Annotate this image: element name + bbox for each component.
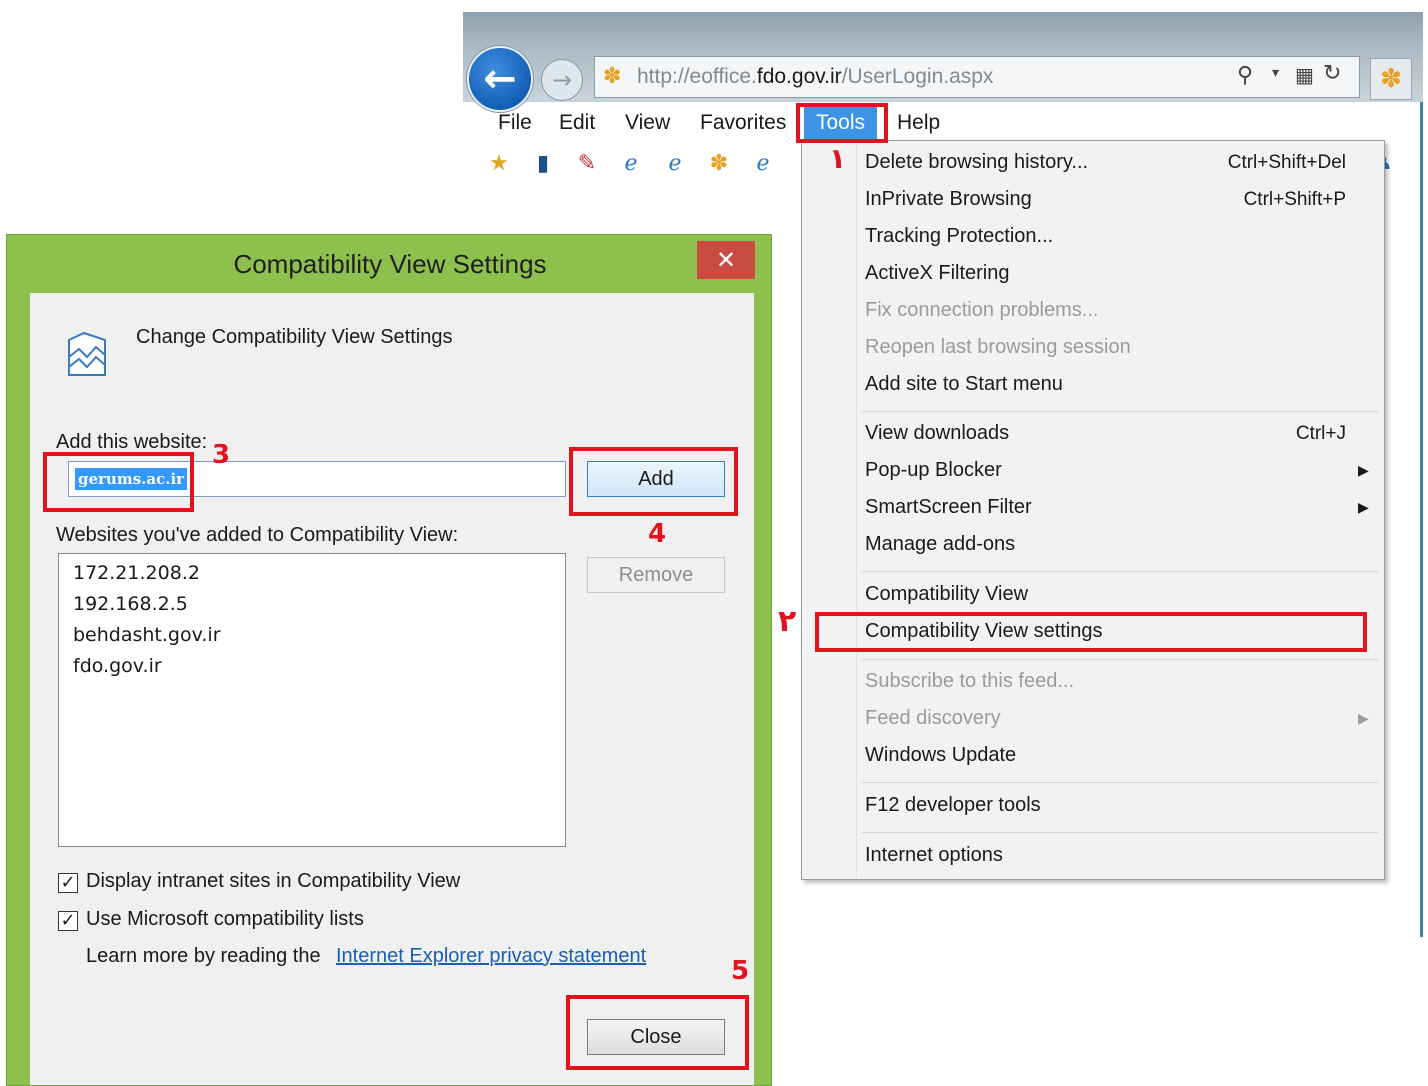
learn-more-text: Learn more by reading the <box>86 945 321 967</box>
step-4-label: 4 <box>648 519 667 549</box>
dialog-body: Change Compatibility View Settings Add t… <box>30 293 754 1085</box>
menu-view[interactable]: View <box>625 106 670 140</box>
dialog-header: Change Compatibility View Settings <box>136 326 453 348</box>
submenu-arrow-icon: ▶ <box>1358 711 1369 727</box>
sites-list[interactable]: 172.21.208.2 192.168.2.5 behdasht.gov.ir… <box>58 553 566 847</box>
back-button[interactable]: ← <box>467 46 533 112</box>
menu-item-delete-history[interactable]: Delete browsing history... <box>865 151 1088 174</box>
menu-item-f12-tools[interactable]: F12 developer tools <box>865 794 1041 817</box>
forward-button[interactable]: → <box>541 59 583 101</box>
highlight-website-input <box>43 452 194 512</box>
dialog-title: Compatibility View Settings <box>233 249 547 279</box>
privacy-statement-link[interactable]: Internet Explorer privacy statement <box>336 945 646 968</box>
menu-item-activex-filtering[interactable]: ActiveX Filtering <box>865 262 1010 285</box>
menu-item-manage-addons[interactable]: Manage add-ons <box>865 533 1015 556</box>
url-domain: fdo.gov.ir <box>756 65 842 88</box>
highlight-compat-settings <box>815 612 1367 652</box>
site-favicon-icon: ✽ <box>603 64 622 89</box>
page-icon[interactable]: ▮ <box>529 150 557 178</box>
shortcut-view-downloads: Ctrl+J <box>1295 423 1346 444</box>
menu-item-tracking-protection[interactable]: Tracking Protection... <box>865 225 1053 248</box>
remove-button: Remove <box>587 557 725 593</box>
address-url[interactable]: http://eoffice.fdo.gov.ir/UserLogin.aspx <box>637 65 993 89</box>
menu-item-subscribe-feed: Subscribe to this feed... <box>865 670 1075 692</box>
step-2-label: ۲ <box>778 604 797 639</box>
menu-item-popup-blocker[interactable]: Pop-up Blocker <box>865 459 1002 482</box>
step-5-label: 5 <box>731 956 750 986</box>
search-icon[interactable]: ⚲ <box>1237 63 1253 88</box>
menu-separator <box>862 411 1378 412</box>
highlight-add-button <box>569 447 738 516</box>
menu-item-compatibility-view[interactable]: Compatibility View <box>865 583 1028 606</box>
menu-help[interactable]: Help <box>897 106 940 140</box>
window-edge <box>1420 102 1423 937</box>
highlight-tools-menu <box>796 103 888 143</box>
chevron-down-icon[interactable]: ▾ <box>1272 65 1279 81</box>
menu-file[interactable]: File <box>498 106 532 140</box>
sites-list-label: Websites you've added to Compatibility V… <box>56 524 459 546</box>
address-bar[interactable]: ✽ http://eoffice.fdo.gov.ir/UserLogin.as… <box>594 56 1360 98</box>
compatibility-page-icon <box>68 331 106 376</box>
menu-item-view-downloads[interactable]: View downloads <box>865 422 1009 445</box>
step-1-label: ۱ <box>829 142 847 175</box>
ms-lists-checkbox-label: Use Microsoft compatibility lists <box>86 908 364 930</box>
intranet-checkbox[interactable]: ✓ <box>58 873 78 893</box>
compatibility-view-icon[interactable]: ▦ <box>1295 63 1314 87</box>
ie-link-icon[interactable]: ℯ <box>749 150 777 178</box>
shortcut-inprivate: Ctrl+Shift+P <box>1243 189 1346 210</box>
compatibility-view-dialog: Compatibility View Settings ✕ Change Com… <box>6 234 772 1086</box>
menu-item-windows-update[interactable]: Windows Update <box>865 744 1016 767</box>
site-link-icon[interactable]: ✽ <box>705 150 733 178</box>
ms-lists-checkbox[interactable]: ✓ <box>58 911 78 931</box>
url-suffix: /UserLogin.aspx <box>841 65 994 88</box>
list-item[interactable]: 192.168.2.5 <box>73 593 188 615</box>
favorites-bar: ★ ▮ ✎ ℯ ℯ ✽ ℯ <box>485 146 805 186</box>
ie-link-icon[interactable]: ℯ <box>661 150 689 178</box>
menu-gutter <box>856 141 857 879</box>
menu-separator <box>862 832 1378 833</box>
menu-separator <box>862 782 1378 783</box>
link-icon[interactable]: ✎ <box>573 150 601 178</box>
submenu-arrow-icon: ▶ <box>1358 500 1369 516</box>
shortcut-delete-history: Ctrl+Shift+Del <box>1227 152 1346 173</box>
url-prefix: http://eoffice. <box>637 65 757 88</box>
favorites-star-icon[interactable]: ★ <box>485 150 513 178</box>
menu-item-inprivate[interactable]: InPrivate Browsing <box>865 188 1032 211</box>
menu-item-add-to-start[interactable]: Add site to Start menu <box>865 373 1063 396</box>
menu-favorites[interactable]: Favorites <box>700 106 786 140</box>
tab-favicon-icon[interactable]: ✽ <box>1370 58 1412 100</box>
menu-item-reopen-session: Reopen last browsing session <box>865 336 1131 358</box>
menu-item-internet-options[interactable]: Internet options <box>865 844 1003 867</box>
list-item[interactable]: 172.21.208.2 <box>73 562 200 584</box>
close-icon[interactable]: ✕ <box>697 241 755 279</box>
highlight-close-button <box>566 995 749 1070</box>
menu-item-fix-connection: Fix connection problems... <box>865 299 1099 321</box>
back-arrow-icon: ← <box>483 56 517 102</box>
ie-link-icon[interactable]: ℯ <box>617 150 645 178</box>
step-3-label: 3 <box>212 440 231 470</box>
add-website-label: Add this website: <box>56 431 208 453</box>
forward-arrow-icon: → <box>551 66 573 94</box>
list-item[interactable]: fdo.gov.ir <box>73 655 162 677</box>
menu-separator <box>862 571 1378 572</box>
menu-item-smartscreen[interactable]: SmartScreen Filter <box>865 496 1032 519</box>
menu-separator <box>862 659 1378 660</box>
refresh-icon[interactable]: ↻ <box>1323 61 1341 86</box>
submenu-arrow-icon: ▶ <box>1358 463 1369 479</box>
intranet-checkbox-label: Display intranet sites in Compatibility … <box>86 870 461 892</box>
menu-item-feed-discovery: Feed discovery <box>865 707 1001 729</box>
tools-dropdown-menu: Delete browsing history... Ctrl+Shift+De… <box>801 140 1385 880</box>
menu-edit[interactable]: Edit <box>559 106 595 140</box>
list-item[interactable]: behdasht.gov.ir <box>73 624 221 646</box>
